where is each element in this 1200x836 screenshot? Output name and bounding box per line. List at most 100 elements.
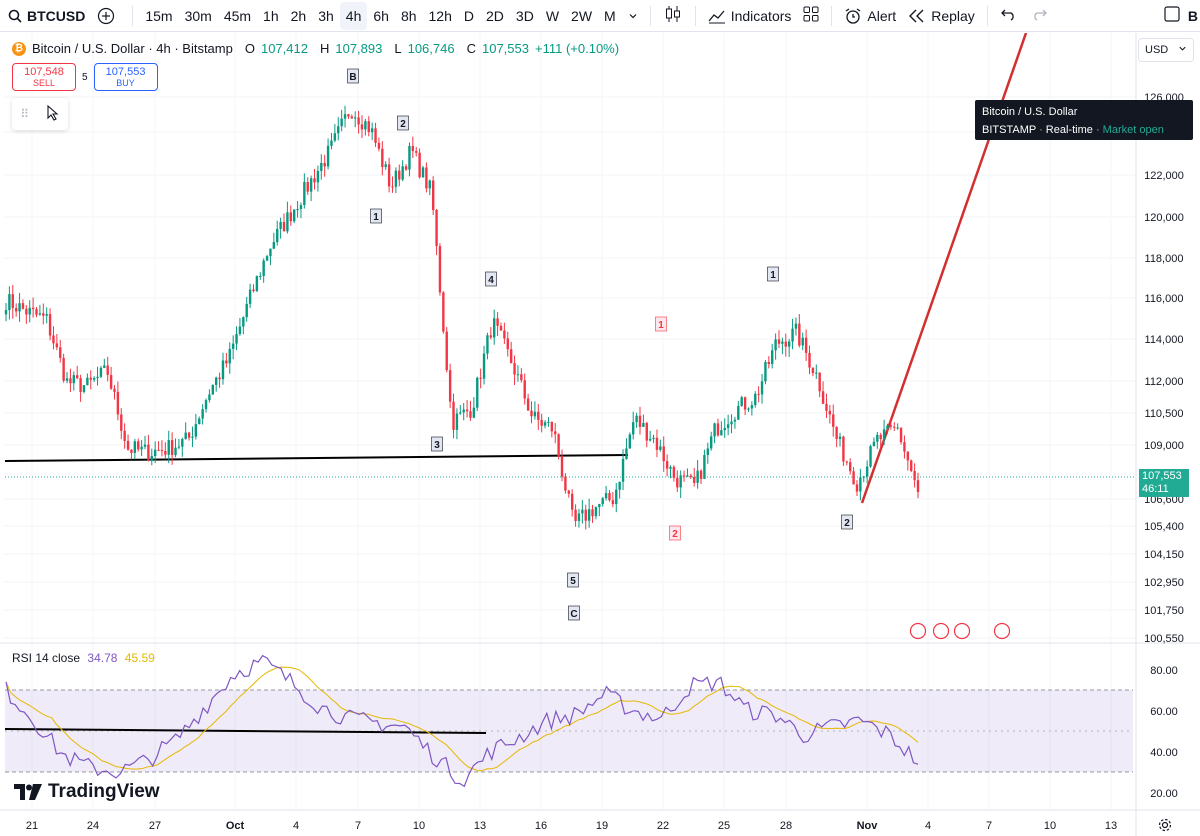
interval-button[interactable]: 12h <box>423 2 458 30</box>
price-axis-label: 101,750 <box>1144 605 1184 617</box>
time-axis-label: 13 <box>473 820 487 832</box>
alert-button[interactable]: Alert <box>838 2 902 30</box>
candle-body <box>838 436 842 440</box>
candle-body <box>828 410 832 415</box>
candle-body <box>781 341 784 344</box>
gear-icon[interactable] <box>1158 818 1172 836</box>
candle-body <box>577 513 581 521</box>
sell-price: 107,548 <box>24 66 64 78</box>
candle-body <box>625 448 628 459</box>
drawing-toolbar[interactable]: ⠿ <box>12 98 68 130</box>
candle-body <box>648 438 652 441</box>
candle-body <box>865 466 869 477</box>
chart-canvas[interactable]: B21435C1212 126,000124,000122,000120,000… <box>0 33 1200 836</box>
interval-button[interactable]: 4h <box>339 1 368 30</box>
interval-button[interactable]: 30m <box>179 2 218 30</box>
candle-body <box>387 164 391 187</box>
candle-body <box>818 372 821 392</box>
interval-button[interactable]: 45m <box>218 2 257 30</box>
candle-body <box>374 128 377 143</box>
interval-button[interactable]: 1h <box>257 2 285 30</box>
chart-type-button[interactable] <box>657 2 689 30</box>
fullscreen-button[interactable] <box>1158 2 1186 30</box>
wave-label: 2 <box>841 514 853 530</box>
candle-body <box>109 375 113 389</box>
undo-button[interactable] <box>994 2 1024 30</box>
drag-handle-icon[interactable]: ⠿ <box>20 107 29 121</box>
candle-body <box>635 415 638 423</box>
toolbar-divider <box>986 5 988 26</box>
indicators-button[interactable]: Indicators <box>702 2 798 30</box>
candle-body <box>743 397 747 410</box>
alert-label: Alert <box>867 7 897 24</box>
interval-button[interactable]: D <box>458 2 480 30</box>
redo-icon <box>1030 7 1048 24</box>
layouts-button[interactable] <box>797 2 825 30</box>
compare-symbol-button[interactable] <box>91 2 126 30</box>
candle-body <box>801 337 804 346</box>
indicators-label: Indicators <box>730 7 792 24</box>
candle-body <box>408 145 411 170</box>
sell-button[interactable]: 107,548 SELL <box>12 63 76 91</box>
toolbar-divider <box>694 5 696 26</box>
buy-button[interactable]: 107,553 BUY <box>93 63 158 91</box>
open-label: O <box>244 41 255 56</box>
economic-event-icons <box>909 622 1011 640</box>
candle-body <box>916 480 920 493</box>
us-flag-icon <box>953 622 971 640</box>
replay-button[interactable]: Replay <box>902 2 981 30</box>
bitcoin-icon: ₿ <box>12 41 26 56</box>
interval-button[interactable]: 2W <box>565 2 598 30</box>
candle-body <box>882 429 886 440</box>
interval-button[interactable]: 2h <box>285 2 313 30</box>
candle-body <box>835 426 838 440</box>
candle-body <box>713 423 716 437</box>
trade-panel: 107,548 SELL 5 107,553 BUY <box>12 63 158 91</box>
candle-body <box>238 326 242 334</box>
candle-body <box>65 378 69 381</box>
toolbar-divider <box>831 5 833 26</box>
interval-button[interactable]: 8h <box>395 2 423 30</box>
wave-label: 1 <box>370 208 382 224</box>
interval-button[interactable]: M <box>598 2 622 30</box>
time-axis-label: 4 <box>292 820 300 832</box>
symbol-search-button[interactable]: BTCUSD <box>0 2 91 30</box>
chart-area[interactable]: B21435C1212 126,000124,000122,000120,000… <box>0 33 1200 836</box>
interval-dropdown-button[interactable] <box>622 2 644 30</box>
time-axis-label: 13 <box>1104 820 1118 832</box>
interval-button[interactable]: 6h <box>367 2 395 30</box>
candle-body <box>11 294 14 309</box>
candle-body <box>591 509 594 517</box>
candle-body <box>164 451 167 455</box>
candle-body <box>204 400 208 410</box>
time-axis[interactable]: 21 24 27 Oct 4 7 10 13 16 19 22 25 28 Nov 4 7 10 13 <box>0 816 1200 836</box>
candle-body <box>231 343 235 349</box>
price-axis-label: 110,500 <box>1145 408 1184 420</box>
interval-button[interactable]: 3h <box>312 2 340 30</box>
candle-body <box>543 422 547 426</box>
candle-body <box>299 205 303 210</box>
candle-body <box>370 128 374 133</box>
candle-body <box>659 446 662 450</box>
plus-circle-icon <box>97 7 115 25</box>
interval-button[interactable]: 2D <box>480 2 510 30</box>
candle-body <box>262 260 265 276</box>
candle-body <box>79 378 82 392</box>
candle-body <box>679 475 682 488</box>
candle-body <box>533 411 537 417</box>
currency-selector[interactable]: USD <box>1138 38 1194 62</box>
candle-body <box>187 432 191 438</box>
symbol-label: BTCUSD <box>27 7 86 24</box>
interval-button[interactable]: W <box>540 2 565 30</box>
rsi-name: RSI 14 close <box>12 651 81 665</box>
candle-body <box>445 331 448 371</box>
cursor-icon[interactable] <box>46 104 60 124</box>
tooltip-separator: · <box>1039 124 1046 136</box>
candle-body <box>184 432 187 440</box>
candle-body <box>672 466 676 478</box>
interval-button[interactable]: 15m <box>139 2 178 30</box>
interval-button[interactable]: 3D <box>510 2 540 30</box>
time-axis-label: 7 <box>354 820 362 832</box>
redo-button[interactable] <box>1024 2 1054 30</box>
candle-body <box>798 323 801 346</box>
